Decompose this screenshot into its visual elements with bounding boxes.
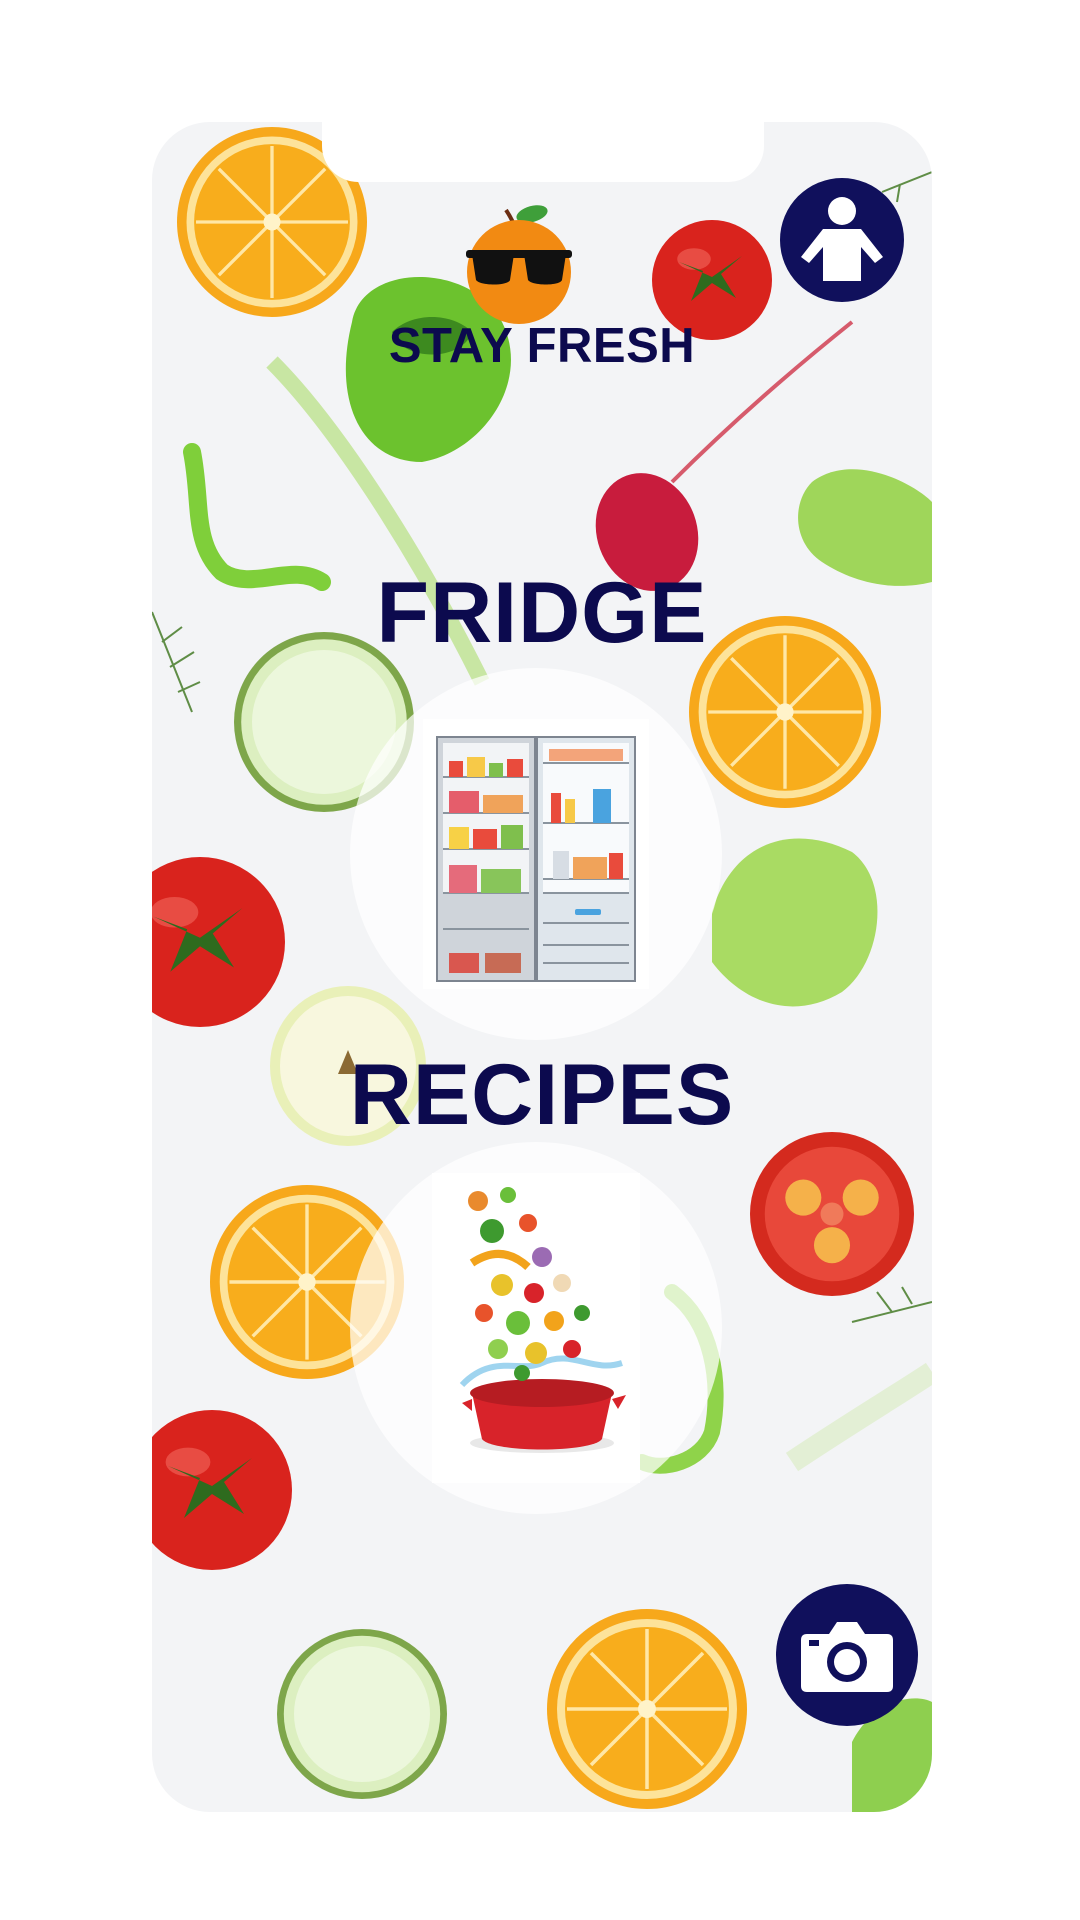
phone-notch <box>322 122 764 182</box>
camera-button[interactable] <box>776 1584 918 1726</box>
orange-sunglasses-logo-icon <box>466 205 572 324</box>
recipes-button[interactable] <box>350 1142 722 1514</box>
fridge-illustration <box>423 719 649 989</box>
profile-button[interactable] <box>780 178 904 302</box>
phone-frame: STAY FRESH FRIDGE RECIPES <box>152 122 932 1812</box>
recipes-title: RECIPES <box>349 1047 735 1143</box>
fridge-button[interactable] <box>350 668 722 1040</box>
vegetables-pot-icon <box>459 1187 626 1453</box>
app-title: STAY FRESH <box>388 319 696 373</box>
camera-icon <box>801 1622 893 1692</box>
open-fridge-icon <box>436 736 636 982</box>
recipes-illustration <box>432 1173 640 1483</box>
person-icon <box>801 197 883 281</box>
fridge-title: FRIDGE <box>376 565 708 661</box>
